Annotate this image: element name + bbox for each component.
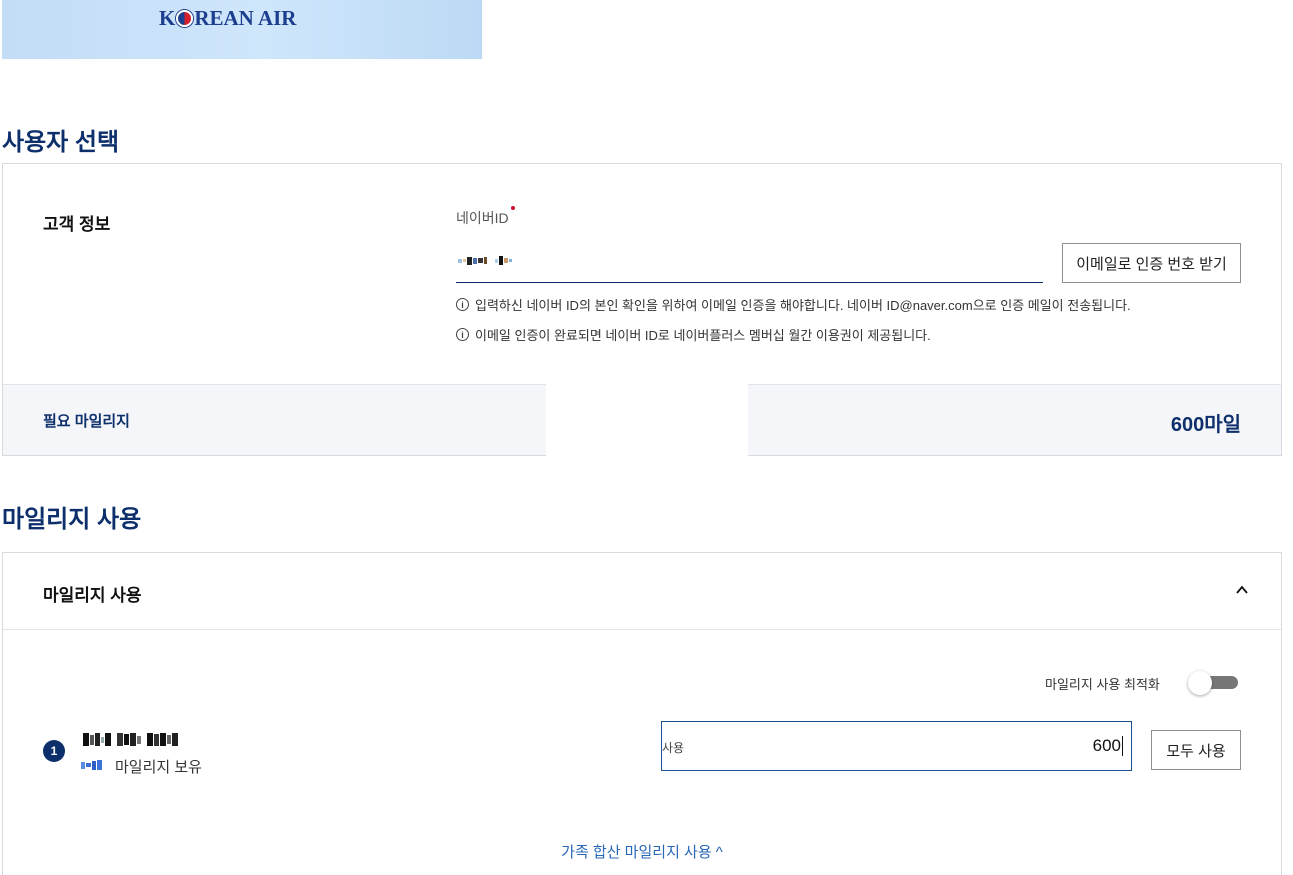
section-title-mileage-use: 마일리지 사용 [2,506,142,533]
required-mileage-value: 600마일 [1170,414,1241,436]
naver-id-label: 네이버ID [456,206,515,228]
mileage-use-panel-title: 마일리지 사용 [43,586,142,605]
email-auth-button[interactable]: 이메일로 인증 번호 받기 [1062,243,1241,283]
korean-air-banner[interactable]: K REAN AIR [2,0,482,59]
customer-info-label: 고객 정보 [43,215,111,234]
member-name-redacted [83,733,178,746]
mileage-optimize-label: 마일리지 사용 최적화 [1045,677,1160,692]
mileage-optimize-toggle[interactable] [1188,671,1238,695]
section-title-user-select: 사용자 선택 [2,129,120,156]
user-select-card: 고객 정보 네이버ID 이메일로 인증 번호 받기 i 입력하신 네이버 ID의… [2,163,1282,456]
chevron-up-icon[interactable] [1235,583,1249,597]
required-mileage-row: 필요 마일리지 600마일 [3,383,1281,456]
info-circle-icon: i [456,298,469,311]
holding-mileage-redacted [81,760,102,770]
korean-air-logo: K REAN AIR [159,5,297,30]
mileage-use-input-label: 사용 [662,741,685,755]
mileage-use-input[interactable]: 사용 600 [661,721,1132,771]
required-mileage-label: 필요 마일리지 [43,413,130,430]
mileage-use-input-value[interactable]: 600 [1093,736,1123,756]
info-circle-icon: i [456,328,469,341]
member-index-badge: 1 [43,740,65,762]
mileage-use-card: 마일리지 사용 마일리지 사용 최적화 1 마일리지 보유 사용 600 모두 … [2,552,1282,875]
info-line-2: i 이메일 인증이 완료되면 네이버 ID로 네이버플러스 멤버십 월간 이용권… [456,325,931,344]
info-line-1: i 입력하신 네이버 ID의 본인 확인을 위하여 이메일 인증을 해야합니다.… [456,295,1131,314]
required-indicator [510,206,515,210]
holding-mileage-label: 마일리지 보유 [115,759,202,776]
family-mileage-link[interactable]: 가족 합산 마일리지 사용 ^ [3,841,1281,862]
mileage-use-panel-header[interactable]: 마일리지 사용 [3,553,1281,630]
naver-id-input[interactable] [456,242,1043,283]
naver-id-redacted [458,256,512,265]
use-all-button[interactable]: 모두 사용 [1151,730,1241,770]
logo-emblem-icon [176,9,194,27]
